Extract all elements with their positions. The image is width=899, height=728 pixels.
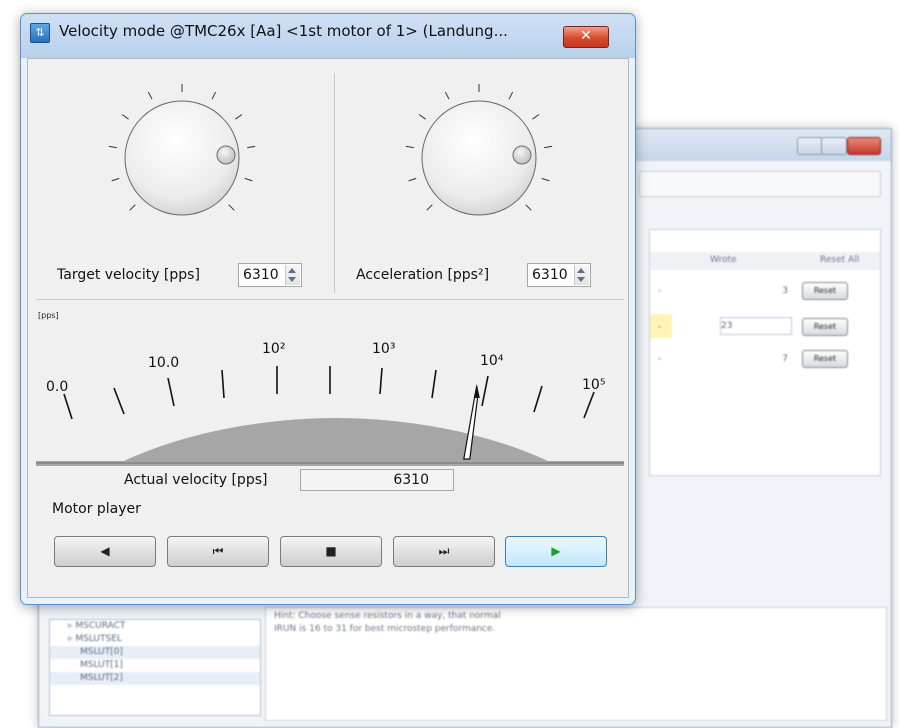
reset-button[interactable]: Reset bbox=[802, 318, 848, 336]
table-row: - 23 Reset bbox=[650, 314, 880, 340]
close-button[interactable] bbox=[847, 137, 881, 155]
knob-tick bbox=[525, 204, 532, 211]
header-reset-all[interactable]: Reset All bbox=[820, 255, 859, 265]
gauge-label: 0.0 bbox=[46, 379, 69, 395]
gauge-tick bbox=[481, 375, 489, 407]
knob-tick bbox=[244, 177, 253, 182]
target-velocity-label: Target velocity [pps] bbox=[57, 267, 200, 283]
rewind-icon: ◀ bbox=[100, 544, 110, 558]
gauge-label: 10.0 bbox=[148, 355, 180, 371]
gauge-tick bbox=[431, 369, 437, 399]
sliders-icon: ⇅ bbox=[30, 23, 50, 43]
knob-tick bbox=[247, 145, 256, 149]
rewind-button[interactable]: ◀ bbox=[54, 536, 156, 567]
gauge-tick bbox=[533, 385, 543, 413]
dialog-body: Target velocity [pps] 6310 Acceleration … bbox=[27, 58, 629, 598]
tree-item[interactable]: MSCURACT bbox=[50, 620, 260, 633]
close-button[interactable]: ✕ bbox=[563, 26, 609, 48]
next-button[interactable]: ⏭ bbox=[393, 536, 495, 567]
gauge-needle-tip bbox=[473, 384, 480, 398]
reset-button[interactable]: Reset bbox=[802, 350, 848, 368]
target-velocity-spinbox[interactable]: 6310 bbox=[238, 263, 302, 287]
gauge-tick bbox=[167, 377, 175, 407]
knob-tick bbox=[147, 91, 153, 100]
register-grid: Wrote Reset All - 3 Reset - 23 Reset - 7… bbox=[649, 229, 881, 476]
knob-tick bbox=[121, 114, 129, 120]
acceleration-spinbox[interactable]: 6310 bbox=[527, 263, 591, 287]
value-input[interactable]: 23 bbox=[720, 317, 792, 335]
knob-tick bbox=[228, 204, 235, 211]
previous-button[interactable]: ⏮ bbox=[167, 536, 269, 567]
spin-arrows-icon[interactable] bbox=[574, 265, 589, 285]
acceleration-knob[interactable] bbox=[421, 100, 537, 216]
background-toolbar bbox=[639, 171, 881, 197]
gauge-tick bbox=[63, 393, 73, 420]
velocity-gauge bbox=[36, 366, 624, 466]
knob-tick bbox=[111, 177, 120, 182]
spin-arrows-icon[interactable] bbox=[285, 265, 300, 285]
gauge-label: 10⁵ bbox=[582, 377, 606, 393]
knob-tick bbox=[108, 145, 117, 149]
register-tree: MSCURACT MSLUTSEL MSLUT[0] MSLUT[1] MSLU… bbox=[49, 619, 261, 716]
stop-icon: ■ bbox=[325, 544, 337, 558]
target-velocity-knob[interactable] bbox=[124, 100, 240, 216]
tree-item[interactable]: MSLUT[1] bbox=[50, 659, 260, 672]
knob-tick bbox=[444, 91, 450, 100]
gauge-label: 10² bbox=[262, 341, 286, 357]
velocity-mode-dialog: ⇅ Velocity mode @TMC26x [Aa] <1st motor … bbox=[20, 13, 636, 605]
tree-item[interactable]: MSLUT[0] bbox=[50, 646, 260, 659]
minimize-button[interactable] bbox=[797, 137, 823, 155]
description-panel: Hint: Choose sense resistors in a way, t… bbox=[265, 607, 887, 721]
actual-velocity-label: Actual velocity [pps] bbox=[124, 472, 268, 488]
knob-tick bbox=[426, 204, 433, 211]
grid-header: Wrote Reset All bbox=[650, 252, 880, 270]
tree-item[interactable]: MSLUT[2] bbox=[50, 672, 260, 685]
gauge-label: 10⁴ bbox=[480, 353, 504, 369]
knob-tick bbox=[544, 145, 553, 149]
table-row: - 7 Reset bbox=[650, 346, 880, 372]
play-icon: ▶ bbox=[551, 544, 561, 558]
horizontal-divider bbox=[36, 299, 624, 300]
header-wrote: Wrote bbox=[710, 255, 737, 265]
previous-icon: ⏮ bbox=[212, 544, 224, 558]
next-icon: ⏭ bbox=[438, 544, 450, 558]
dialog-title: Velocity mode @TMC26x [Aa] <1st motor of… bbox=[59, 22, 508, 40]
play-button[interactable]: ▶ bbox=[505, 536, 607, 567]
gauge-tick bbox=[221, 369, 225, 399]
tree-item[interactable]: MSLUTSEL bbox=[50, 633, 260, 646]
stop-button[interactable]: ■ bbox=[280, 536, 382, 567]
table-row: - 3 Reset bbox=[650, 278, 880, 304]
knob-tick bbox=[408, 177, 417, 182]
maximize-button[interactable] bbox=[821, 137, 847, 155]
knob-tick bbox=[508, 91, 514, 100]
gauge-tick bbox=[379, 367, 383, 395]
knob-tick bbox=[532, 114, 540, 120]
knob-tick bbox=[211, 91, 217, 100]
knob-tick bbox=[541, 177, 550, 182]
acceleration-label: Acceleration [pps²] bbox=[356, 267, 490, 283]
gauge-label: 10³ bbox=[372, 341, 396, 357]
vertical-divider bbox=[334, 73, 335, 293]
knob-tick bbox=[405, 145, 414, 149]
motor-player-label: Motor player bbox=[52, 501, 141, 517]
actual-velocity-field: 6310 bbox=[300, 469, 454, 491]
knob-tick bbox=[129, 204, 136, 211]
gauge-tick bbox=[583, 391, 595, 419]
reset-button[interactable]: Reset bbox=[802, 282, 848, 300]
knob-tick bbox=[235, 114, 243, 120]
knob-tick bbox=[418, 114, 426, 120]
description-text: Hint: Choose sense resistors in a way, t… bbox=[274, 611, 501, 634]
gauge-tick bbox=[113, 387, 125, 415]
